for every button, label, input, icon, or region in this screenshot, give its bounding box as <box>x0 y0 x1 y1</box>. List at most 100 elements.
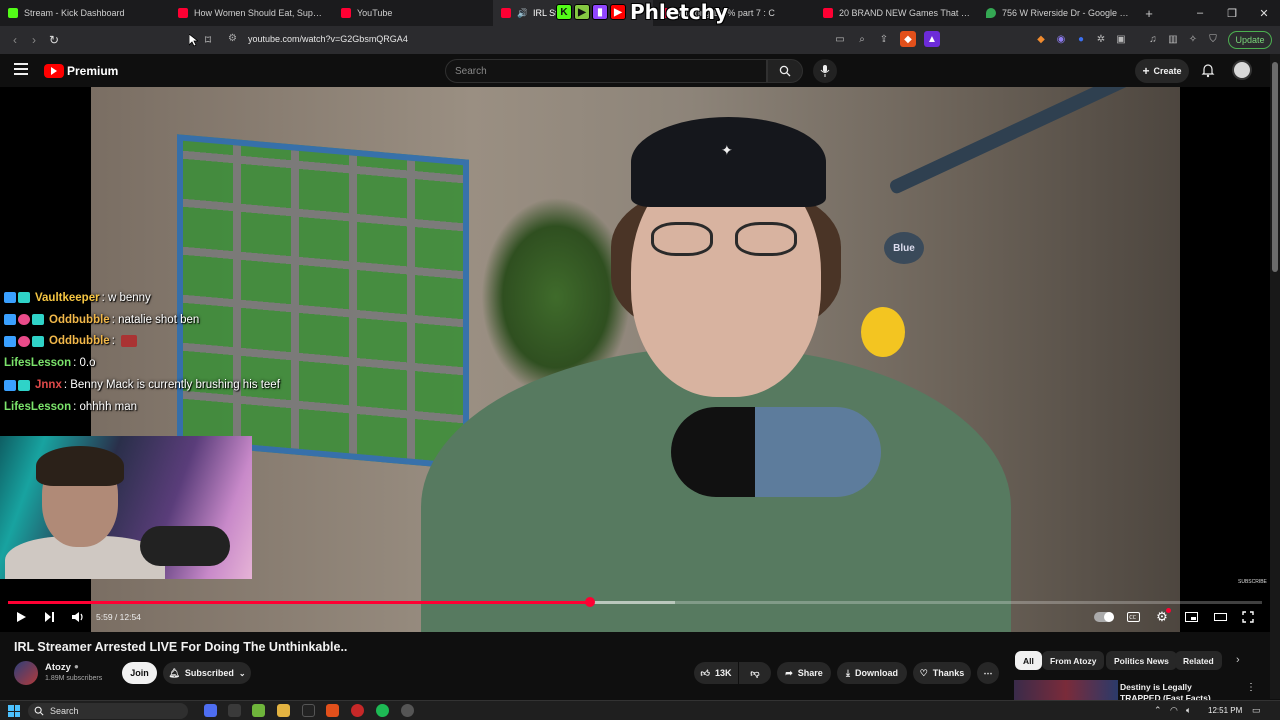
autoplay-toggle[interactable] <box>1094 612 1114 622</box>
taskbar-clock[interactable]: 12:51 PM <box>1208 706 1242 715</box>
kick-icon <box>8 8 18 18</box>
close-icon[interactable]: ✕ <box>1248 0 1280 26</box>
rumble-icon: ▶ <box>574 4 590 20</box>
subtitles-button[interactable]: CC <box>1126 609 1140 625</box>
channel-name[interactable]: Atozy <box>45 662 71 673</box>
windows-start-icon[interactable] <box>8 705 20 717</box>
miniplayer-icon <box>1184 612 1198 622</box>
taskbar-search[interactable]: Search <box>28 703 188 719</box>
hamburger-menu-icon[interactable] <box>14 63 28 75</box>
voice-search-button[interactable] <box>813 59 837 83</box>
browser-tab-youtube[interactable]: YouTube <box>333 0 493 26</box>
badge-icon <box>4 292 16 304</box>
wifi-icon[interactable]: ◠ <box>1170 705 1178 716</box>
chat-message: Oddbubble : <box>4 331 344 353</box>
search-button[interactable] <box>767 59 803 83</box>
vpn-shield-icon[interactable]: ⛉ <box>1205 31 1221 47</box>
share-page-icon[interactable]: ⇪ <box>876 31 892 47</box>
download-button[interactable]: ⤓ Download <box>837 662 907 684</box>
leo-ai-icon[interactable]: ✧ <box>1185 31 1201 47</box>
forward-arrow-icon[interactable]: › <box>24 30 44 50</box>
extension-fox-icon[interactable]: ◆ <box>1033 31 1049 47</box>
like-button[interactable]: 👍︎ 13K <box>694 662 738 684</box>
browser-tab-kick[interactable]: Stream - Kick Dashboard <box>0 0 170 26</box>
channel-avatar[interactable] <box>14 661 38 685</box>
reload-icon[interactable]: ↻ <box>44 30 64 50</box>
chat-message: Jnnx : Benny Mack is currently brushing … <box>4 374 344 396</box>
bell-icon: 🔔︎ <box>168 667 180 678</box>
chip-politics-news[interactable]: Politics News <box>1106 651 1177 670</box>
window-controls: – ❐ ✕ <box>1184 0 1280 26</box>
miniplayer-button[interactable] <box>1184 609 1198 625</box>
wallet-icon[interactable]: ▣ <box>1113 31 1129 47</box>
subscribe-watermark[interactable]: SUBSCRIBE <box>1238 579 1267 585</box>
share-button[interactable]: ➦ Share <box>777 662 831 684</box>
browser-tab-women-eat[interactable]: How Women Should Eat, Supplemen <box>170 0 333 26</box>
speaker-icon: 🔊 <box>517 8 527 19</box>
screen-icon[interactable]: ▭ <box>832 31 848 47</box>
play-button[interactable] <box>14 609 28 625</box>
browser-update-button[interactable]: Update <box>1228 31 1272 49</box>
theater-mode-button[interactable] <box>1213 609 1227 625</box>
spotify-icon[interactable] <box>376 704 389 717</box>
minimize-icon[interactable]: – <box>1184 0 1216 26</box>
rubber-duck <box>861 307 905 357</box>
recommendation-thumbnail[interactable] <box>1014 680 1118 700</box>
terminal-icon[interactable] <box>302 704 315 717</box>
thanks-button[interactable]: ♡ Thanks <box>913 662 971 684</box>
app-icon[interactable] <box>401 704 414 717</box>
stream-chat-overlay: Vaultkeeper : w benny Oddbubble : natali… <box>4 287 344 418</box>
back-arrow-icon[interactable]: ‹ <box>5 30 25 50</box>
extensions-puzzle-icon[interactable]: ✲ <box>1093 31 1109 47</box>
dislike-button[interactable]: 👎︎ <box>739 662 771 684</box>
browser-tab-google-maps[interactable]: 756 W Riverside Dr - Google Maps <box>978 0 1138 26</box>
youtube-premium-brand[interactable]: Premium <box>67 64 118 78</box>
more-vertical-icon[interactable]: ⋮ <box>1246 682 1256 693</box>
bookmark-icon[interactable]: ⌑ <box>198 30 218 50</box>
chip-from-atozy[interactable]: From Atozy <box>1042 651 1105 670</box>
subscribed-button[interactable]: 🔔︎ Subscribed ⌄ <box>163 662 251 684</box>
fullscreen-button[interactable] <box>1241 609 1255 625</box>
file-explorer-icon[interactable] <box>277 704 290 717</box>
chevron-right-icon[interactable]: › <box>1236 654 1240 666</box>
notifications-bell-icon[interactable] <box>1200 62 1216 78</box>
brave-icon[interactable] <box>326 704 339 717</box>
progress-bar[interactable] <box>8 597 1262 607</box>
new-tab-button[interactable]: + <box>1138 0 1160 26</box>
brave-rewards-icon[interactable]: ▲ <box>924 31 940 47</box>
join-button[interactable]: Join <box>122 662 157 684</box>
video-player[interactable]: ✦ Blue Vaultkeeper : w benny Oddbubble :… <box>0 87 1270 632</box>
progress-scrubber[interactable] <box>584 597 595 607</box>
extension-blue-icon[interactable]: ● <box>1073 31 1089 47</box>
youtube-logo-icon[interactable] <box>44 64 64 78</box>
tray-chevron-icon[interactable]: ⌃ <box>1154 705 1162 716</box>
notification-icon[interactable]: ▭ <box>1252 705 1261 716</box>
microphone-icon <box>820 65 830 77</box>
copilot-icon[interactable] <box>204 704 217 717</box>
volume-button[interactable] <box>70 609 86 625</box>
more-actions-button[interactable]: ⋯ <box>977 662 999 684</box>
search-input[interactable]: Search <box>445 59 767 83</box>
store-icon[interactable] <box>252 704 265 717</box>
extension-planet-icon[interactable]: ◉ <box>1053 31 1069 47</box>
browser-tab-brand-new-games[interactable]: 20 BRAND NEW Games That Just Ge <box>815 0 978 26</box>
subscriber-count: 1.89M subscribers <box>45 675 103 682</box>
account-avatar[interactable] <box>1232 60 1252 80</box>
music-icon[interactable]: ♫ <box>1145 31 1161 47</box>
brave-shield-icon[interactable]: ◆ <box>900 31 916 47</box>
site-info-icon[interactable]: ⚙ <box>228 33 237 44</box>
next-button[interactable] <box>42 609 56 625</box>
speaker-tray-icon[interactable]: 🔈︎ <box>1186 705 1191 716</box>
obs-icon[interactable] <box>351 704 364 717</box>
create-button[interactable]: + Create <box>1135 59 1189 83</box>
url-field[interactable]: youtube.com/watch?v=G2GbsmQRGA4 <box>248 34 408 44</box>
thumbs-up-icon: 👍︎ <box>700 667 710 678</box>
chip-related[interactable]: Related <box>1175 651 1222 670</box>
scrollbar-thumb[interactable] <box>1272 62 1278 272</box>
maximize-icon[interactable]: ❐ <box>1216 0 1248 26</box>
sidebar-icon[interactable]: ▥ <box>1165 31 1181 47</box>
chip-all[interactable]: All <box>1015 651 1042 670</box>
zoom-icon[interactable]: ⌕ <box>854 31 870 47</box>
settings-app-icon[interactable] <box>228 704 241 717</box>
page-scrollbar[interactable] <box>1270 54 1280 699</box>
